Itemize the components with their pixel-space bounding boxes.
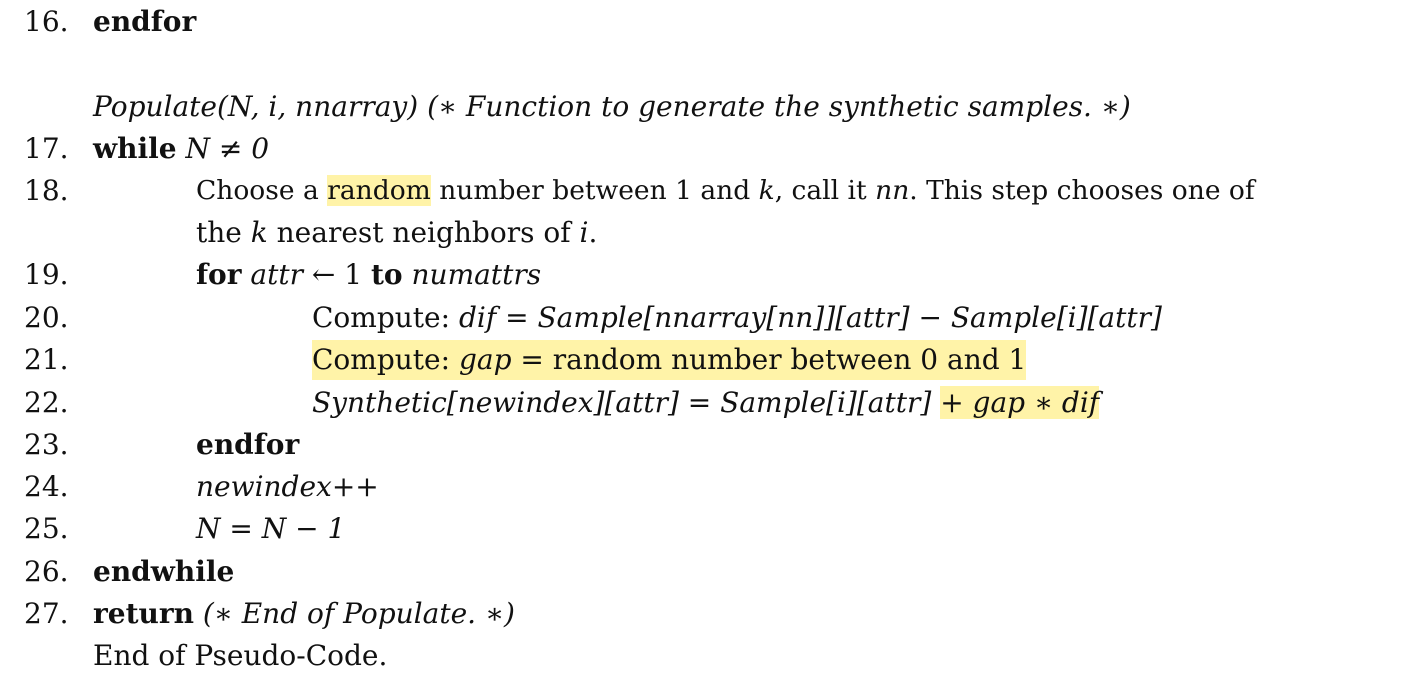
text-segment: the (196, 216, 242, 249)
var-numattrs: numattrs (411, 258, 542, 291)
line-number: 17. (24, 132, 69, 165)
synthetic-assignment: Synthetic[newindex][attr] = Sample[i][at… (312, 386, 932, 419)
highlighted-line: Compute: gap = random number between 0 a… (312, 340, 1027, 380)
var-nn: nn (875, 175, 910, 206)
var-gap: gap (458, 343, 512, 376)
line-number: 25. (24, 512, 69, 545)
assign-arrow: ← 1 (311, 258, 363, 291)
var-k: k (758, 175, 775, 206)
keyword-endfor: endfor (196, 428, 300, 461)
keyword-endwhile: endwhile (93, 555, 235, 588)
pseudo-code-page: { "lines": [ { "num": "16.", "kw": "endf… (0, 0, 1416, 693)
line-number: 27. (24, 597, 69, 630)
dif-expression: dif = Sample[nnarray[nn]][attr] − Sample… (458, 301, 1162, 334)
line-number: 21. (24, 343, 69, 376)
keyword-return: return (93, 597, 194, 630)
line-number: 19. (24, 258, 69, 291)
text-segment: , call it (774, 175, 867, 206)
line-number: 20. (24, 301, 69, 334)
var-k: k (250, 216, 268, 249)
highlighted-word-random: random (327, 175, 431, 206)
text-segment: . This step chooses one of (909, 175, 1255, 206)
decrement-expression: N = N − 1 (196, 512, 346, 545)
line-number: 16. (24, 5, 69, 38)
compute-label: Compute: (312, 343, 451, 376)
text-segment: Choose a (196, 175, 319, 206)
keyword-for: for (196, 258, 242, 291)
line-number: 26. (24, 555, 69, 588)
keyword-while: while (93, 132, 177, 165)
increment-expression: newindex++ (196, 470, 379, 503)
keyword-endfor: endfor (93, 5, 197, 38)
text-segment: . (588, 216, 598, 249)
text-segment: number between 1 and (439, 175, 751, 206)
function-signature: Populate(N, i, nnarray) (93, 90, 419, 123)
text-segment: nearest neighbors of (276, 216, 571, 249)
end-text: End of Pseudo-Code. (93, 639, 388, 672)
compute-label: Compute: (312, 301, 451, 334)
highlighted-gap-term: + gap ∗ dif (940, 386, 1100, 419)
gap-definition: = random number between 0 and 1 (520, 343, 1027, 376)
return-comment: (∗ End of Populate. ∗) (202, 597, 515, 630)
function-comment: (∗ Function to generate the synthetic sa… (427, 90, 1131, 123)
while-condition: N ≠ 0 (185, 132, 270, 165)
line-number: 22. (24, 386, 69, 419)
var-attr: attr (250, 258, 303, 291)
line-number: 23. (24, 428, 69, 461)
keyword-to: to (370, 258, 403, 291)
line-number: 24. (24, 470, 69, 503)
line-number: 18. (24, 174, 69, 207)
